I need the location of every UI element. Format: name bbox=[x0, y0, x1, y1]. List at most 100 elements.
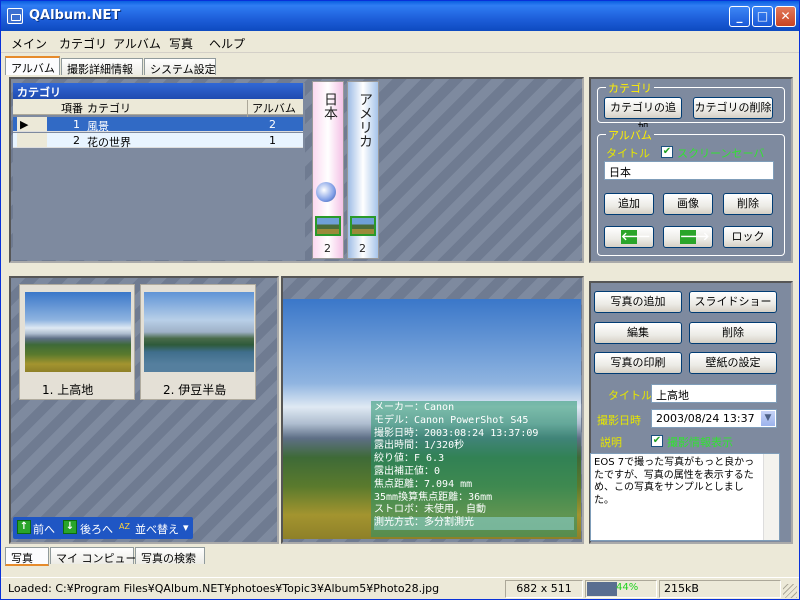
exif-display-checkbox[interactable]: ✔ bbox=[651, 435, 663, 447]
row-category: 風景 bbox=[87, 120, 109, 133]
album-name: 日本 bbox=[322, 92, 338, 120]
row-count: 1 bbox=[269, 134, 276, 147]
album-title-label: タイトル bbox=[606, 147, 650, 160]
tab-photos[interactable]: 写真 bbox=[5, 547, 49, 566]
album-title-input[interactable]: 日本 bbox=[604, 161, 774, 180]
minimize-button[interactable]: _ bbox=[729, 6, 750, 27]
menu-bar: メイン カテゴリ アルバム 写真 ヘルプ bbox=[1, 31, 799, 53]
tab-my-computer[interactable]: マイ コンピュータ bbox=[50, 547, 148, 565]
menu-help[interactable]: ヘルプ bbox=[209, 35, 245, 52]
screensaver-label: スクリーンセーバ bbox=[677, 147, 765, 160]
exif-line: 35mm換算焦点距離：36mm bbox=[374, 491, 493, 503]
menu-album[interactable]: アルバム bbox=[113, 35, 161, 52]
exif-line: 絞り値：F 6.3 bbox=[374, 453, 445, 465]
photo-caption: 2. 伊豆半島 bbox=[163, 383, 227, 397]
category-grid-caption: カテゴリ bbox=[13, 83, 303, 99]
arrow-down-icon: ↓ bbox=[63, 520, 77, 534]
arrow-up-icon: ↑ bbox=[17, 520, 31, 534]
album-thumbnail bbox=[350, 216, 376, 236]
window-title: QAlbum.NET bbox=[29, 8, 121, 23]
title-bar[interactable]: QAlbum.NET _ □ ✕ bbox=[1, 1, 799, 31]
shot-date-picker[interactable]: 2003/08/24 13:37 bbox=[651, 409, 777, 428]
photo-title-input[interactable]: 上高地 bbox=[651, 384, 777, 403]
chevron-down-icon[interactable]: ▾ bbox=[183, 521, 189, 534]
menu-photo[interactable]: 写真 bbox=[169, 35, 193, 52]
row-no: 2 bbox=[73, 134, 80, 147]
menu-category[interactable]: カテゴリ bbox=[59, 35, 107, 52]
status-dimensions: 682 x 511 bbox=[505, 580, 583, 598]
album-thumbnail bbox=[315, 216, 341, 236]
row-no: 1 bbox=[73, 118, 80, 131]
tab-system-settings[interactable]: システム設定 bbox=[144, 58, 216, 76]
album-count: 2 bbox=[359, 242, 366, 255]
album-group-legend: アルバム bbox=[606, 127, 654, 143]
resize-grip[interactable] bbox=[783, 584, 797, 598]
exif-line: 露出時間：1/320秒 bbox=[374, 440, 465, 452]
row-count: 2 bbox=[269, 118, 276, 131]
lock-button[interactable]: ロック bbox=[723, 226, 773, 248]
edit-photo-button[interactable]: 編集 bbox=[594, 322, 682, 344]
photo-thumb-item[interactable]: 1. 上高地 bbox=[19, 284, 135, 400]
magnifier-icon bbox=[316, 182, 336, 202]
photo-thumb-item[interactable]: 2. 伊豆半島 bbox=[140, 284, 256, 400]
status-bar: Loaded: C:¥Program Files¥QAlbum.NET¥phot… bbox=[1, 577, 799, 599]
exif-line: 測光方式：多分割測光 bbox=[374, 517, 574, 530]
description-text: EOS 7で撮った写真がもっと良かったですが、写真の属性を表示するため、この写真… bbox=[594, 457, 755, 506]
exif-line: 撮影日時：2003:08:24 13:37:09 bbox=[374, 427, 539, 439]
status-loaded-path: Loaded: C:¥Program Files¥QAlbum.NET¥phot… bbox=[8, 582, 440, 595]
delete-photo-button[interactable]: 削除 bbox=[689, 322, 777, 344]
exif-line: ストロボ：未使用, 自動 bbox=[374, 504, 487, 516]
description-textarea[interactable]: EOS 7で撮った写真がもっと良かったですが、写真の属性を表示するため、この写真… bbox=[590, 453, 780, 541]
row-category: 花の世界 bbox=[87, 136, 131, 149]
slideshow-button[interactable]: スライドショー bbox=[689, 291, 777, 313]
status-progress: 44% bbox=[585, 580, 657, 598]
exif-line: メーカー：Canon bbox=[374, 402, 455, 413]
move-right-button[interactable]: 🡒 bbox=[663, 226, 713, 248]
tab-photo-search[interactable]: 写真の検索 bbox=[135, 547, 205, 565]
row-indicator-empty bbox=[17, 133, 47, 147]
album-item[interactable]: 日本 2 bbox=[312, 81, 344, 259]
app-window: QAlbum.NET _ □ ✕ メイン カテゴリ アルバム 写真 ヘルプ アル… bbox=[0, 0, 800, 600]
delete-category-button[interactable]: カテゴリの削除 bbox=[693, 97, 773, 119]
move-left-button[interactable]: 🡐 bbox=[604, 226, 654, 248]
shot-date-label: 撮影日時 bbox=[597, 414, 641, 427]
table-row[interactable]: ▶ 1 風景 2 bbox=[13, 117, 303, 133]
album-image-button[interactable]: 画像 bbox=[663, 193, 713, 215]
photo-nav-bar: ↑ 前へ ↓ 後ろへ AZ 並べ替え ▾ bbox=[13, 517, 193, 539]
exif-line: モデル：Canon PowerShot S45 bbox=[374, 414, 529, 426]
screensaver-checkbox[interactable]: ✔ bbox=[661, 146, 673, 158]
menu-main[interactable]: メイン bbox=[11, 35, 47, 52]
close-button[interactable]: ✕ bbox=[775, 6, 796, 27]
tab-shooting-details[interactable]: 撮影詳細情報 bbox=[61, 58, 143, 76]
delete-album-button[interactable]: 削除 bbox=[723, 193, 773, 215]
status-size: 215kB bbox=[659, 580, 781, 598]
row-indicator: ▶ bbox=[17, 117, 47, 131]
prev-photo-button[interactable]: 前へ bbox=[33, 521, 55, 537]
header-category[interactable]: カテゴリ bbox=[87, 100, 131, 116]
category-grid-header: 項番 カテゴリ アルバム数 bbox=[13, 99, 303, 132]
arrow-left-icon: 🡐 bbox=[621, 230, 651, 244]
photo-title-label: タイトル bbox=[608, 389, 652, 402]
set-wallpaper-button[interactable]: 壁紙の設定 bbox=[689, 352, 777, 374]
album-name: アメリカ bbox=[357, 92, 373, 148]
bottom-tab-strip: 写真 マイ コンピュータ 写真の検索 bbox=[5, 547, 305, 566]
next-photo-button[interactable]: 後ろへ bbox=[80, 521, 113, 537]
description-scrollbar[interactable] bbox=[763, 454, 779, 540]
chevron-down-icon[interactable]: ▼ bbox=[760, 410, 776, 427]
album-item[interactable]: アメリカ 2 bbox=[347, 81, 379, 259]
tab-album[interactable]: アルバム bbox=[5, 56, 60, 75]
add-photo-button[interactable]: 写真の追加 bbox=[594, 291, 682, 313]
photo-caption: 1. 上高地 bbox=[42, 383, 94, 397]
sort-button[interactable]: 並べ替え bbox=[135, 521, 179, 537]
category-group-legend: カテゴリ bbox=[606, 80, 654, 96]
header-no[interactable]: 項番 bbox=[61, 100, 83, 116]
table-row[interactable]: 2 花の世界 1 bbox=[13, 133, 303, 149]
print-photo-button[interactable]: 写真の印刷 bbox=[594, 352, 682, 374]
maximize-button[interactable]: □ bbox=[752, 6, 773, 27]
photo-thumbnail bbox=[25, 292, 131, 372]
add-category-button[interactable]: カテゴリの追加 bbox=[604, 97, 682, 134]
add-album-button[interactable]: 追加 bbox=[604, 193, 654, 215]
exif-line: 露出補正値：0 bbox=[374, 465, 441, 477]
arrow-right-icon: 🡒 bbox=[680, 230, 710, 244]
exif-line: 焦点距離：7.094 mm bbox=[374, 478, 473, 490]
